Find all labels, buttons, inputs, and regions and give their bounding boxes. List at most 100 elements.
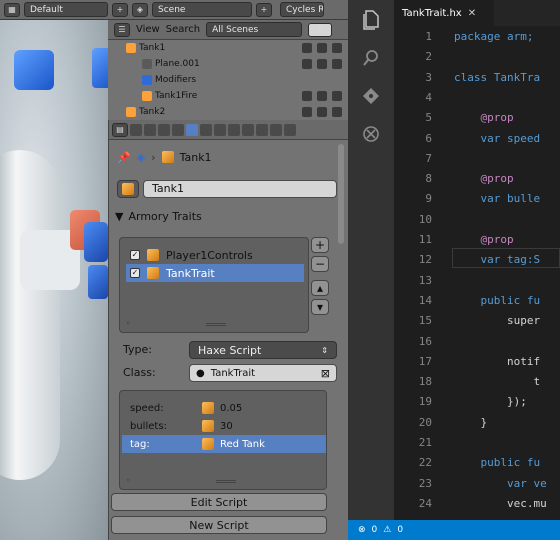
outliner-row-tank1[interactable]: Tank1 <box>108 40 348 56</box>
scene-icon[interactable]: ◈ <box>132 2 148 17</box>
world-tab-icon[interactable] <box>172 123 184 136</box>
constraints-tab-icon[interactable] <box>200 123 212 136</box>
physics-tab-icon[interactable] <box>284 123 296 136</box>
outliner-search-icon[interactable]: ⌕ <box>308 22 333 37</box>
add-layout-icon[interactable]: + <box>112 2 128 17</box>
scene-dropdown[interactable]: Scene <box>152 2 252 17</box>
trait-label: Player1Controls <box>166 248 253 262</box>
trait-type-select[interactable]: Haxe Script ⇕ <box>189 341 337 359</box>
list-resize-icon[interactable]: ◦ <box>126 476 131 485</box>
trait-enabled-checkbox[interactable]: ✓ <box>130 250 140 260</box>
code-line[interactable]: public fu <box>454 294 540 307</box>
outliner-row-plane[interactable]: Plane.001 <box>108 56 348 72</box>
layout-dropdown[interactable]: Default <box>24 2 108 17</box>
errors-icon[interactable]: ⊗ <box>358 525 366 535</box>
list-grip-icon[interactable] <box>206 323 226 326</box>
object-name-field[interactable]: Tank1 <box>143 180 337 198</box>
object-type-button[interactable] <box>117 180 139 198</box>
search-icon[interactable] <box>348 38 394 78</box>
code-line[interactable]: @prop <box>454 111 513 124</box>
prop-value: 0.05 <box>220 402 243 414</box>
clear-field-icon[interactable]: ⊠ <box>321 367 330 380</box>
row-visibility-icons[interactable] <box>302 59 342 69</box>
move-trait-down-button[interactable]: ▾ <box>311 299 329 315</box>
add-trait-button[interactable]: + <box>311 237 329 253</box>
render-tab-icon[interactable] <box>130 123 142 136</box>
editor-type-icon[interactable]: ☰ <box>114 22 130 37</box>
outliner-display-mode[interactable]: All Scenes <box>206 22 303 37</box>
layers-tab-icon[interactable] <box>144 123 156 136</box>
object-tab-icon[interactable] <box>186 123 198 136</box>
pin-icon[interactable]: 📌 <box>117 151 131 164</box>
code-line[interactable]: notif <box>454 355 540 368</box>
list-resize-icon[interactable]: ◦ <box>126 319 131 328</box>
code-area[interactable]: 1 package arm; 2 3 class TankTra 4 5 @prop 6 va… <box>394 26 560 520</box>
code-line[interactable]: @prop <box>454 233 513 246</box>
row-visibility-icons[interactable] <box>302 107 342 117</box>
trait-item-tanktrait[interactable]: ✓ TankTrait <box>126 264 304 282</box>
code-line[interactable]: vec.mu <box>454 497 547 510</box>
render-engine-dropdown[interactable]: Cycles Re <box>280 2 324 17</box>
panel-header-armory-traits[interactable]: ▼ Armory Traits <box>115 210 202 223</box>
code-line[interactable]: var speed <box>454 132 540 145</box>
outliner-row-label: Tank2 <box>139 107 166 117</box>
code-line[interactable]: public fu <box>454 456 540 469</box>
errors-count[interactable]: 0 <box>372 525 378 535</box>
close-icon[interactable]: ✕ <box>468 8 476 19</box>
trait-icon <box>147 249 159 261</box>
3d-viewport[interactable] <box>0 0 108 540</box>
list-grip-icon[interactable] <box>216 480 236 483</box>
code-line[interactable]: package arm; <box>454 30 533 43</box>
trait-prop-row[interactable]: speed: 0.05 <box>122 399 326 417</box>
edit-script-button[interactable]: Edit Script <box>111 493 327 511</box>
code-line[interactable]: var bulle <box>454 192 540 205</box>
trait-prop-row[interactable]: tag: Red Tank <box>122 435 326 453</box>
line-number: 5 <box>425 111 432 125</box>
line-number: 13 <box>418 273 432 287</box>
trait-item-player1controls[interactable]: ✓ Player1Controls <box>126 246 304 264</box>
outliner-row-label: Tank1Fire <box>155 91 198 101</box>
properties-scrollbar[interactable] <box>338 144 344 244</box>
trait-prop-row[interactable]: bullets: 30 <box>122 417 326 435</box>
dropdown-arrows-icon: ⇕ <box>321 345 328 355</box>
line-number: 15 <box>418 314 432 328</box>
particles-tab-icon[interactable] <box>270 123 282 136</box>
row-visibility-icons[interactable] <box>302 43 342 53</box>
new-script-button[interactable]: New Script <box>111 516 327 534</box>
code-line[interactable]: super <box>454 314 540 327</box>
texture-tab-icon[interactable] <box>256 123 268 136</box>
trait-class-field[interactable]: ● TankTrait ⊠ <box>189 364 337 382</box>
outliner-row-tank2[interactable]: Tank2 <box>108 104 348 120</box>
code-line[interactable]: }); <box>454 395 527 408</box>
code-line[interactable]: var ve <box>454 477 547 490</box>
code-line[interactable]: class TankTra <box>454 71 540 84</box>
code-line[interactable]: t <box>454 375 540 388</box>
outliner-row-modifiers[interactable]: Modifiers <box>108 72 348 88</box>
editor-type-icon[interactable]: ▤ <box>112 122 128 137</box>
outliner-menu-view[interactable]: View <box>136 24 160 35</box>
code-line[interactable]: var tag:S <box>454 253 540 266</box>
row-visibility-icons[interactable] <box>302 91 342 101</box>
trait-enabled-checkbox[interactable]: ✓ <box>130 268 140 278</box>
line-number: 2 <box>425 50 432 64</box>
material-tab-icon[interactable] <box>242 123 254 136</box>
line-number: 11 <box>418 233 432 246</box>
scene-tab-icon[interactable] <box>158 123 170 136</box>
outliner-row-tank1fire[interactable]: Tank1Fire <box>108 88 348 104</box>
debug-icon[interactable] <box>348 114 394 154</box>
screen-layout-icon[interactable]: ▦ <box>4 2 20 17</box>
source-control-icon[interactable] <box>348 76 394 116</box>
explorer-icon[interactable] <box>348 0 394 40</box>
modifiers-tab-icon[interactable] <box>214 123 226 136</box>
code-line[interactable]: } <box>454 416 487 429</box>
warnings-icon[interactable]: ⚠ <box>383 525 391 535</box>
tab-tanktrait[interactable]: TankTrait.hx ✕ <box>394 0 494 26</box>
code-line[interactable]: @prop <box>454 172 513 185</box>
add-scene-icon[interactable]: + <box>256 2 272 17</box>
warnings-count[interactable]: 0 <box>397 525 403 535</box>
data-tab-icon[interactable] <box>228 123 240 136</box>
line-number: 7 <box>425 151 432 165</box>
remove-trait-button[interactable]: − <box>311 256 329 272</box>
move-trait-up-button[interactable]: ▴ <box>311 280 329 296</box>
outliner-menu-search[interactable]: Search <box>166 24 200 35</box>
